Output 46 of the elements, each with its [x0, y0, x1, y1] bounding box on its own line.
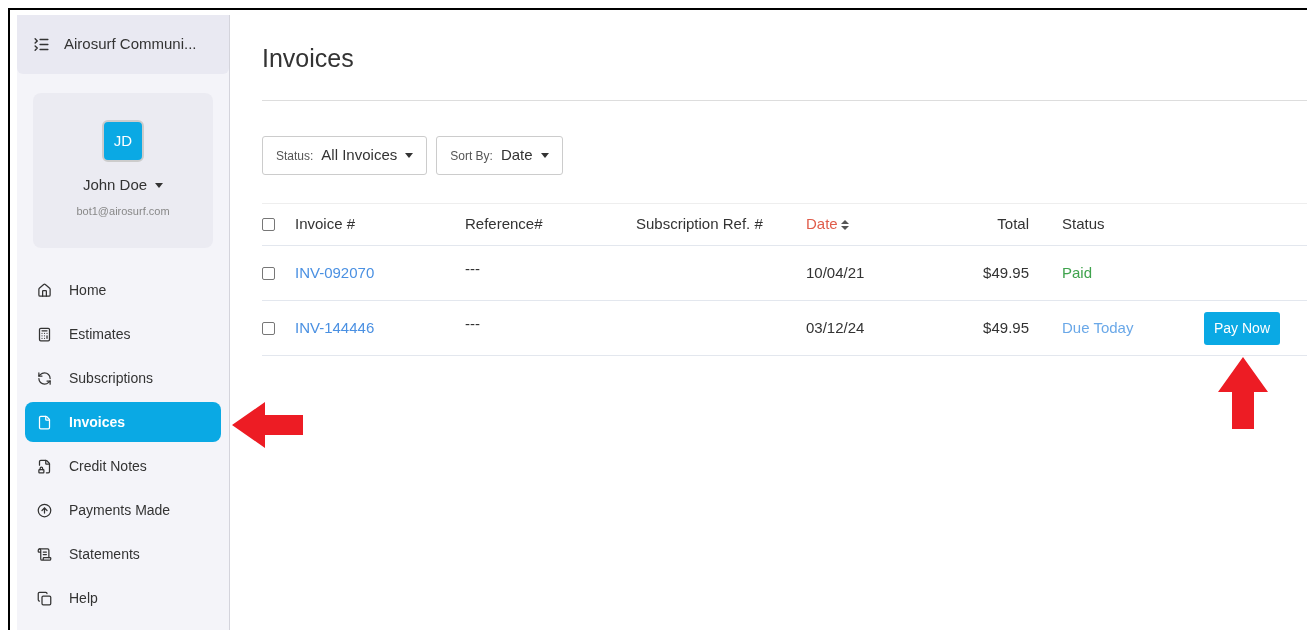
upload-icon: [37, 502, 52, 518]
checkbox[interactable]: [262, 321, 275, 335]
page-title: Invoices: [262, 43, 355, 74]
checkbox[interactable]: [262, 266, 275, 280]
caret-icon: [155, 182, 164, 188]
filter-dropdown[interactable]: Status: All Invoices: [262, 136, 428, 175]
sidebar-item[interactable]: Home: [25, 270, 221, 310]
arrow-icon: [1218, 357, 1268, 429]
copy-icon: [37, 590, 52, 606]
column-header[interactable]: Total: [936, 213, 1029, 236]
user-name[interactable]: John Doe: [82, 174, 148, 197]
table-cell-text: $49.95: [982, 317, 1029, 338]
sidebar-item[interactable]: Estimates: [25, 314, 221, 354]
refresh-icon: [37, 370, 52, 386]
table-cell-text: 03/12/24: [806, 317, 866, 338]
sidebar-item[interactable]: Statements: [25, 534, 221, 574]
house-icon: [37, 282, 52, 298]
sidebar-item[interactable]: Credit Notes: [25, 446, 221, 486]
column-header[interactable]: Subscription Ref. #: [636, 213, 806, 236]
status-text: Due Today: [1061, 317, 1135, 338]
sidebar-item[interactable]: Payments Made: [25, 490, 221, 530]
table-cell-text: ---: [465, 259, 481, 279]
column-header[interactable]: Reference#: [465, 213, 636, 236]
column-header[interactable]: Status: [1029, 213, 1204, 236]
filter-dropdown[interactable]: Sort By: Date: [436, 136, 563, 175]
sidebar-item[interactable]: Help: [25, 578, 221, 618]
sidebar-item[interactable]: Subscriptions: [25, 358, 221, 398]
column-header[interactable]: Invoice #: [295, 213, 465, 236]
avatar: JD: [102, 120, 144, 162]
file-lock-icon: [37, 458, 52, 474]
table-cell-text: 10/04/21: [806, 262, 866, 283]
calculator-icon: [37, 326, 52, 342]
column-header[interactable]: Date: [806, 213, 936, 236]
caret-icon: [540, 153, 549, 158]
organization-name: Airosurf Communi...: [64, 34, 197, 55]
checkbox[interactable]: [262, 218, 275, 231]
user-email: bot1@airosurf.com: [76, 203, 170, 219]
file-icon: [37, 414, 52, 430]
table-cell-text: ---: [465, 314, 481, 334]
document-icon: [37, 546, 52, 562]
sort-icon[interactable]: [840, 219, 849, 230]
caret-icon: [405, 153, 414, 158]
menu-icon[interactable]: [33, 36, 50, 53]
status-text: Paid: [1061, 262, 1094, 283]
arrow-icon: [232, 402, 304, 448]
table-cell-text: $49.95: [982, 262, 1029, 283]
